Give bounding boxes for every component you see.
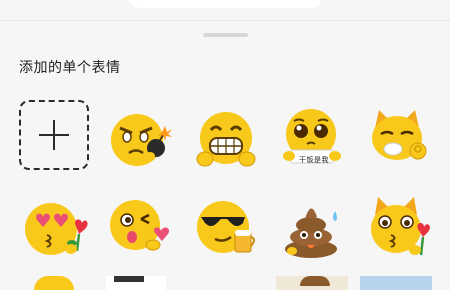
add-sticker-button[interactable]	[18, 99, 90, 171]
cat-kiss-rose-emoji	[371, 197, 430, 256]
sticker-wink-kiss-heart[interactable]	[104, 192, 176, 264]
grinning-teeth-emoji	[196, 112, 256, 167]
sticker-grinning-teeth[interactable]	[190, 103, 262, 175]
sticker-cat-ok[interactable]	[362, 103, 434, 175]
angry-bomb-emoji	[111, 114, 172, 166]
heart-eyes-rose-emoji	[25, 203, 88, 255]
sticker-row3-partial-2[interactable]	[106, 276, 166, 290]
sticker-sign-text: 干饭是我	[299, 156, 329, 164]
plus-icon	[39, 120, 69, 150]
sticker-grid: 干饭是我	[0, 0, 450, 290]
sticker-sunglasses-beer[interactable]	[190, 192, 262, 264]
cat-ok-emoji	[372, 110, 427, 160]
sticker-angry-bomb[interactable]	[104, 103, 176, 175]
sticker-poop-sweat[interactable]	[276, 192, 348, 264]
add-sticker-box[interactable]	[19, 100, 89, 170]
sticker-row3-partial-3[interactable]	[276, 276, 348, 290]
sunglasses-beer-emoji	[197, 201, 255, 253]
poop-sweat-emoji	[285, 208, 337, 258]
sticker-row3-partial-1[interactable]	[34, 276, 74, 290]
sticker-heart-eyes-rose[interactable]	[18, 192, 90, 264]
wink-kiss-heart-emoji	[110, 200, 170, 251]
sticker-row3-partial-4[interactable]	[360, 276, 432, 290]
sticker-cat-kiss-rose[interactable]	[362, 192, 434, 264]
sticker-pleading-sign[interactable]: 干饭是我	[276, 103, 348, 175]
